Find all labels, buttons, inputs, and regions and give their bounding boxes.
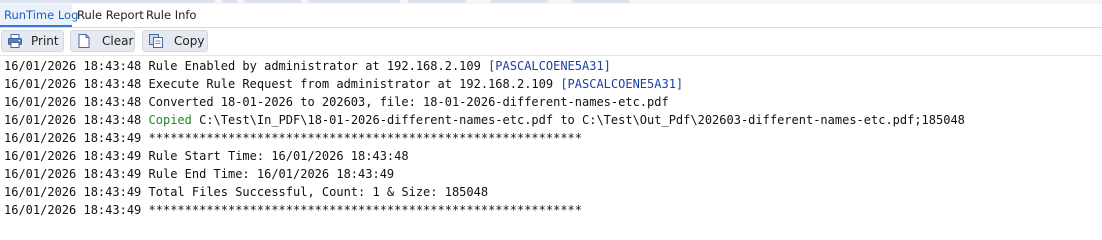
hidden-tab[interactable] (308, 0, 400, 3)
log-line: 16/01/2026 18:43:49 Total Files Successf… (0, 183, 1102, 201)
log-line: 16/01/2026 18:43:49 ********************… (0, 129, 1102, 147)
log-message: C:\Test\In_PDF\18-01-2026-different-name… (191, 113, 965, 127)
tab-rule-info[interactable]: Rule Info (142, 4, 198, 27)
hidden-tab[interactable] (244, 0, 302, 3)
tab-runtime-log[interactable]: RunTime Log (0, 4, 78, 27)
printer-icon (8, 34, 22, 48)
document-icon (78, 34, 90, 48)
hidden-tab[interactable] (572, 0, 630, 3)
log-timestamp: 16/01/2026 18:43:48 (4, 113, 142, 127)
log-message: Converted 18-01-2026 to 202603, file: 18… (148, 95, 669, 109)
log-host: [PASCALCOENE5A31] (488, 59, 611, 73)
tab-rule-report[interactable]: Rule Report (73, 4, 144, 27)
clear-button[interactable]: Clear (70, 30, 135, 52)
log-timestamp: 16/01/2026 18:43:49 (4, 167, 142, 181)
log-line: 16/01/2026 18:43:48 Rule Enabled by admi… (0, 57, 1102, 75)
log-timestamp: 16/01/2026 18:43:49 (4, 149, 142, 163)
copy-icon (149, 34, 163, 48)
log-line: 16/01/2026 18:43:48 Converted 18-01-2026… (0, 93, 1102, 111)
log-line: 16/01/2026 18:43:48 Execute Rule Request… (0, 75, 1102, 93)
clear-label: Clear (102, 34, 134, 48)
log-host: [PASCALCOENE5A31] (560, 77, 684, 91)
log-message: Rule Enabled by administrator at 192.168… (148, 59, 489, 73)
log-line: 16/01/2026 18:43:48 Copied C:\Test\In_PD… (0, 111, 1102, 129)
copy-button[interactable]: Copy (142, 30, 208, 52)
log-tabs: RunTime Log Rule Report Rule Info (0, 4, 1102, 28)
log-status: Copied (148, 113, 192, 127)
log-timestamp: 16/01/2026 18:43:48 (4, 95, 142, 109)
log-timestamp: 16/01/2026 18:43:49 (4, 185, 142, 199)
hidden-tab[interactable] (222, 0, 238, 3)
print-button[interactable]: Print (1, 30, 64, 52)
log-message: Rule End Time: 16/01/2026 18:43:49 (148, 167, 395, 181)
runtime-log[interactable]: 16/01/2026 18:43:48 Rule Enabled by admi… (0, 57, 1102, 219)
log-line: 16/01/2026 18:43:49 Rule Start Time: 16/… (0, 147, 1102, 165)
log-timestamp: 16/01/2026 18:43:49 (4, 203, 142, 217)
log-message: ****************************************… (148, 131, 582, 145)
log-line: 16/01/2026 18:43:49 Rule End Time: 16/01… (0, 165, 1102, 183)
log-timestamp: 16/01/2026 18:43:49 (4, 131, 142, 145)
toolbar: Print Clear Copy (0, 28, 1102, 56)
copy-label: Copy (174, 34, 205, 48)
log-message: Rule Start Time: 16/01/2026 18:43:48 (148, 149, 409, 163)
log-message: ****************************************… (148, 203, 582, 217)
hidden-tab[interactable] (0, 0, 215, 3)
log-message: Execute Rule Request from administrator … (148, 77, 561, 91)
print-label: Print (31, 34, 59, 48)
hidden-tab[interactable] (408, 0, 466, 3)
log-timestamp: 16/01/2026 18:43:48 (4, 59, 142, 73)
hidden-tab[interactable] (490, 0, 548, 3)
log-line: 16/01/2026 18:43:49 ********************… (0, 201, 1102, 219)
log-timestamp: 16/01/2026 18:43:48 (4, 77, 142, 91)
log-message: Total Files Successful, Count: 1 & Size:… (148, 185, 489, 199)
